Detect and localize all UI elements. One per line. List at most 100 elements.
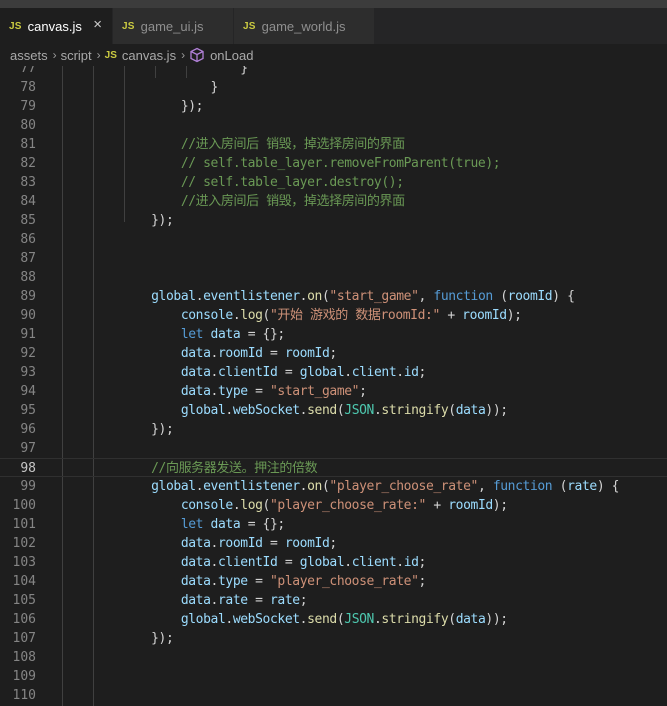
code-token: function	[492, 479, 553, 494]
code-line[interactable]: 77 }	[0, 66, 667, 78]
line-code: data.type = "player_choose_rate";	[62, 572, 427, 591]
code-line[interactable]: 92 data.roomId = roomId;	[0, 344, 667, 363]
code-editor[interactable]: 77 } 78 } 79 }); 80 81 //进入房间后 销毁，掉选择房间的界面 82…	[0, 66, 667, 706]
close-icon[interactable]: ×	[93, 17, 102, 33]
code-line[interactable]: 84 //进入房间后 销毁，掉选择房间的界面	[0, 192, 667, 211]
code-token: ;	[418, 574, 427, 589]
line-code: // self.table_layer.destroy();	[62, 173, 404, 192]
line-code: //向服务器发送。押注的倍数	[62, 459, 317, 478]
code-token: let	[180, 517, 204, 532]
code-line[interactable]: 105 data.rate = rate;	[0, 591, 667, 610]
code-line[interactable]: 96 });	[0, 420, 667, 439]
code-line[interactable]: 90 console.log("开始 游戏的 数据roomId:" + room…	[0, 306, 667, 325]
code-line[interactable]: 94 data.type = "start_game";	[0, 382, 667, 401]
code-token: console	[180, 308, 233, 323]
code-line[interactable]: 110	[0, 686, 667, 705]
code-line[interactable]: 97	[0, 439, 667, 458]
code-line[interactable]: 89 global.eventlistener.on("start_game",…	[0, 287, 667, 306]
code-token: global	[151, 289, 196, 304]
line-code: console.log("开始 游戏的 数据roomId:" + roomId)…	[62, 306, 522, 325]
code-line-current[interactable]: 98 //向服务器发送。押注的倍数	[0, 458, 667, 477]
line-number: 94	[20, 384, 36, 399]
code-line[interactable]: 109	[0, 667, 667, 686]
code-line[interactable]: 100 console.log("player_choose_rate:" + …	[0, 496, 667, 515]
code-line[interactable]: 103 data.clientId = global.client.id;	[0, 553, 667, 572]
line-number: 102	[12, 536, 36, 551]
code-token: stringify	[381, 403, 449, 418]
code-token: //向服务器发送。押注的倍数	[151, 461, 318, 476]
code-token: data	[180, 536, 211, 551]
line-code: data.roomId = roomId;	[62, 344, 337, 363]
code-token: (	[552, 479, 568, 494]
code-line[interactable]: 82 // self.table_layer.removeFromParent(…	[0, 154, 667, 173]
code-token: // self.table_layer.removeFromParent(tru…	[180, 156, 501, 171]
line-number: 90	[20, 308, 36, 323]
line-code: });	[62, 211, 174, 230]
line-number: 103	[12, 555, 36, 570]
code-line[interactable]: 99 global.eventlistener.on("player_choos…	[0, 477, 667, 496]
code-token: });	[151, 422, 174, 437]
tab-game-ui-js[interactable]: JS game_ui.js	[113, 8, 234, 44]
line-code: let data = {};	[62, 325, 285, 344]
code-token: global	[299, 365, 345, 380]
code-line[interactable]: 91 let data = {};	[0, 325, 667, 344]
line-number: 84	[20, 194, 36, 209]
code-line[interactable]: 85 });	[0, 211, 667, 230]
code-line[interactable]: 80	[0, 116, 667, 135]
code-token: = {};	[240, 517, 286, 532]
line-code: }	[62, 66, 248, 78]
tab-label: canvas.js	[27, 18, 82, 34]
code-token: rate	[269, 593, 300, 608]
code-token: .	[299, 289, 308, 304]
code-line[interactable]: 102 data.roomId = roomId;	[0, 534, 667, 553]
line-code: console.log("player_choose_rate:" + room…	[62, 496, 508, 515]
code-token: .	[396, 555, 404, 570]
breadcrumb-item-assets[interactable]: assets	[10, 48, 48, 63]
line-code: global.eventlistener.on("start_game", fu…	[62, 287, 575, 306]
code-lines: 77 } 78 } 79 }); 80 81 //进入房间后 销毁，掉选择房间的界面 82…	[0, 66, 667, 705]
code-line[interactable]: 95 global.webSocket.send(JSON.stringify(…	[0, 401, 667, 420]
code-token: roomId	[448, 498, 493, 513]
breadcrumb-item-canvas-js[interactable]: canvas.js	[122, 48, 176, 63]
code-token: .	[210, 593, 219, 608]
code-token: data	[180, 365, 211, 380]
line-number: 95	[20, 403, 36, 418]
line-number: 82	[20, 156, 36, 171]
code-token: roomId	[217, 536, 263, 551]
code-line[interactable]: 101 let data = {};	[0, 515, 667, 534]
breadcrumb-item-script[interactable]: script	[61, 48, 92, 63]
code-line[interactable]: 108	[0, 648, 667, 667]
code-line[interactable]: 107 });	[0, 629, 667, 648]
code-line[interactable]: 79 });	[0, 97, 667, 116]
code-line[interactable]: 88	[0, 268, 667, 287]
breadcrumb-item-onload[interactable]: onLoad	[210, 48, 253, 63]
code-token: .	[210, 555, 219, 570]
code-line[interactable]: 81 //进入房间后 销毁，掉选择房间的界面	[0, 135, 667, 154]
code-line[interactable]: 93 data.clientId = global.client.id;	[0, 363, 667, 382]
code-token: // self.table_layer.destroy();	[180, 175, 404, 190]
code-token: .	[195, 479, 204, 494]
code-line[interactable]: 106 global.webSocket.send(JSON.stringify…	[0, 610, 667, 629]
code-token: .	[210, 384, 219, 399]
code-token: ;	[329, 346, 337, 361]
code-line[interactable]: 83 // self.table_layer.destroy();	[0, 173, 667, 192]
code-token: .	[299, 612, 308, 627]
code-line[interactable]: 104 data.type = "player_choose_rate";	[0, 572, 667, 591]
code-line[interactable]: 87	[0, 249, 667, 268]
code-token: console	[180, 498, 233, 513]
line-code: data.clientId = global.client.id;	[62, 363, 427, 382]
code-line[interactable]: 78 }	[0, 78, 667, 97]
line-number: 101	[12, 517, 36, 532]
code-token: //进入房间后 销毁，掉选择房间的界面	[180, 194, 405, 209]
line-number: 85	[20, 213, 36, 228]
line-number: 83	[20, 175, 36, 190]
line-number: 96	[20, 422, 36, 437]
tab-canvas-js[interactable]: JS canvas.js ×	[0, 8, 113, 44]
code-token: client	[351, 555, 397, 570]
tab-game-world-js[interactable]: JS game_world.js	[234, 8, 375, 44]
code-token: let	[180, 327, 204, 342]
code-token: data	[180, 593, 211, 608]
code-token: roomId	[284, 536, 330, 551]
code-line[interactable]: 86	[0, 230, 667, 249]
code-token: ) {	[596, 479, 620, 494]
